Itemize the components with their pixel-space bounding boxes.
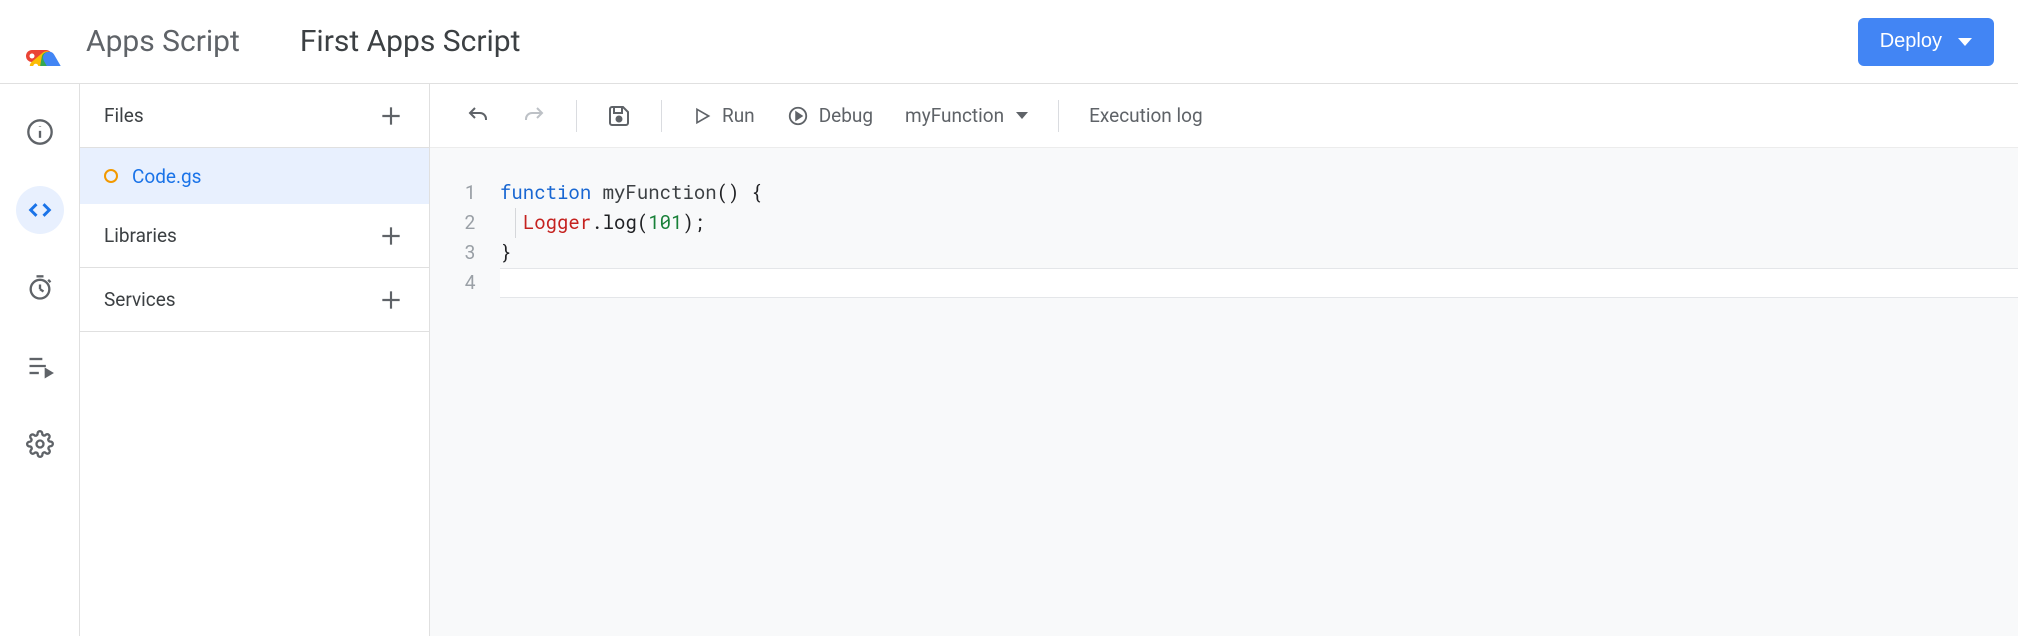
add-file-button[interactable] (373, 98, 409, 134)
rail-triggers[interactable] (16, 264, 64, 312)
line-number: 1 (430, 178, 476, 208)
separator (661, 100, 662, 132)
code-content[interactable]: function myFunction() { Logger.log(101);… (500, 178, 2018, 636)
function-selector[interactable]: myFunction (893, 96, 1040, 135)
separator (1058, 100, 1059, 132)
file-name: Code.gs (132, 165, 201, 188)
project-title[interactable]: First Apps Script (300, 24, 521, 59)
rail-editor[interactable] (16, 186, 64, 234)
execution-log-label: Execution log (1089, 104, 1203, 127)
line-number: 4 (430, 268, 476, 298)
services-header: Services (80, 268, 429, 332)
add-library-button[interactable] (373, 218, 409, 254)
execution-log-button[interactable]: Execution log (1077, 96, 1215, 135)
caret-down-icon (1958, 38, 1972, 46)
code-area[interactable]: 1 2 3 4 function myFunction() { Logger.l… (430, 148, 2018, 636)
caret-down-icon (1016, 112, 1028, 119)
file-item-code[interactable]: Code.gs (80, 148, 429, 204)
debug-label: Debug (819, 104, 873, 127)
line-number: 3 (430, 238, 476, 268)
separator (576, 100, 577, 132)
add-service-button[interactable] (373, 282, 409, 318)
logo-block: Apps Script (24, 18, 240, 66)
function-selected: myFunction (905, 104, 1004, 127)
editor-toolbar: Run Debug myFunction Execution log (430, 84, 2018, 148)
save-button[interactable] (595, 96, 643, 136)
rail-settings[interactable] (16, 420, 64, 468)
redo-button[interactable] (510, 96, 558, 136)
run-button[interactable]: Run (680, 96, 767, 135)
modified-dot-icon (104, 169, 118, 183)
product-name: Apps Script (86, 24, 240, 59)
services-label: Services (104, 288, 176, 311)
deploy-button[interactable]: Deploy (1858, 18, 1994, 66)
undo-button[interactable] (454, 96, 502, 136)
editor-area: Run Debug myFunction Execution log 1 2 3… (430, 84, 2018, 636)
nav-rail (0, 84, 80, 636)
rail-executions[interactable] (16, 342, 64, 390)
libraries-header: Libraries (80, 204, 429, 268)
run-label: Run (722, 104, 755, 127)
libraries-label: Libraries (104, 224, 177, 247)
files-header: Files (80, 84, 429, 148)
debug-button[interactable]: Debug (775, 96, 885, 135)
sidebar: Files Code.gs Libraries Services (80, 84, 430, 636)
deploy-label: Deploy (1880, 30, 1942, 53)
header: Apps Script First Apps Script Deploy (0, 0, 2018, 84)
line-number: 2 (430, 208, 476, 238)
rail-overview[interactable] (16, 108, 64, 156)
apps-script-logo-icon (24, 18, 72, 66)
files-label: Files (104, 104, 144, 127)
line-gutter: 1 2 3 4 (430, 178, 500, 636)
